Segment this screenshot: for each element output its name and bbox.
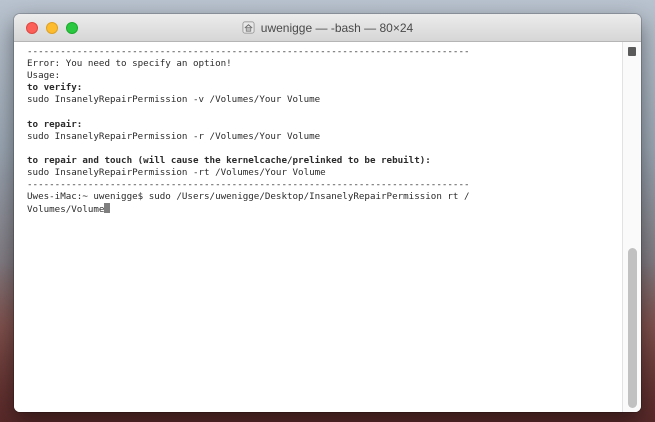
terminal-line: Error: You need to specify an option! <box>27 58 232 70</box>
terminal-line: Usage: <box>27 70 61 82</box>
terminal-line: to verify: <box>27 82 83 94</box>
terminal-line: ----------------------------------------… <box>27 179 470 191</box>
home-icon <box>242 21 255 34</box>
scroll-thumb[interactable] <box>628 248 637 408</box>
terminal-line: sudo InsanelyRepairPermission -r /Volume… <box>27 130 321 142</box>
terminal-line: Volumes/Volume <box>27 204 105 216</box>
terminal-window: uwenigge — -bash — 80×24 ---------------… <box>14 14 641 412</box>
title-bar[interactable]: uwenigge — -bash — 80×24 <box>14 14 641 42</box>
terminal-line: ----------------------------------------… <box>27 46 470 57</box>
window-title-group: uwenigge — -bash — 80×24 <box>14 14 641 41</box>
scroll-marker-icon[interactable] <box>628 47 636 56</box>
text-cursor <box>104 203 111 214</box>
terminal-line: sudo InsanelyRepairPermission -rt /Volum… <box>27 166 326 178</box>
terminal-line: to repair and touch (will cause the kern… <box>27 154 431 166</box>
window-title: uwenigge — -bash — 80×24 <box>260 20 414 35</box>
terminal-line: Uwes-iMac:~ uwenigge$ sudo /Users/uwenig… <box>27 191 470 203</box>
terminal-input-line[interactable]: Volumes/Volume <box>27 203 623 215</box>
terminal-line: to repair: <box>27 118 83 130</box>
vertical-scrollbar[interactable] <box>622 42 641 412</box>
terminal-line: sudo InsanelyRepairPermission -v /Volume… <box>27 94 321 106</box>
terminal-output[interactable]: ----------------------------------------… <box>14 42 623 412</box>
